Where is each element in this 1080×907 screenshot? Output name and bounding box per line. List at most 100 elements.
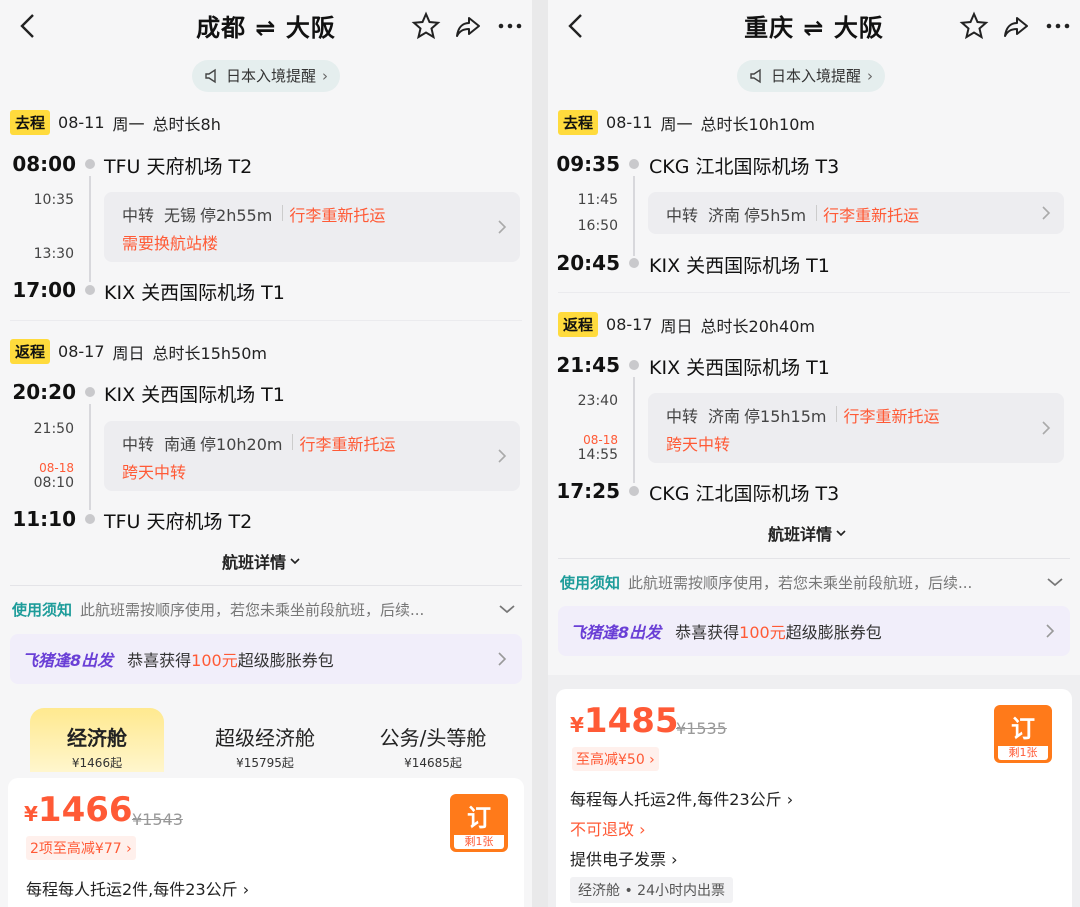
- return-arr-airport: TFU 天府机场 T2: [104, 511, 253, 533]
- timeline-dot: [629, 159, 639, 169]
- top-actions: [958, 10, 1074, 42]
- divider: [816, 205, 818, 221]
- baggage-info[interactable]: 每程每人托运2件,每件23公斤 ›: [26, 876, 249, 900]
- baggage-info[interactable]: 每程每人托运2件,每件23公斤 ›: [570, 786, 793, 810]
- return-dep-time: 21:45: [556, 353, 620, 377]
- stop-duration: 停5h5m: [744, 206, 807, 225]
- invoice-info-text: 提供电子发票: [570, 850, 667, 869]
- return-header: 返程 08-17 周日 总时长20h40m: [558, 312, 815, 337]
- outbound-arr-time: 20:45: [556, 251, 620, 275]
- return-stop-dep-time: 08:10: [33, 475, 74, 491]
- fare-card: ¥ 1466 ¥1543 2项至高减¥77 › 订 剩1张 每程每人托运2件,每…: [8, 778, 524, 907]
- transfer-info: 中转 无锡 停2h55m 行李重新托运: [122, 202, 385, 226]
- right-screenshot: 重庆 ⇌ 大阪 日本入境提醒 › 去程 08-11 周一 总时长10h10m 0…: [548, 0, 1080, 907]
- transfer-warning: 跨天中转: [122, 463, 187, 482]
- timeline-line: [633, 377, 635, 483]
- outbound-weekday: 周一: [660, 114, 693, 134]
- timeline-line: [89, 404, 91, 510]
- fare-price: ¥ 1466: [24, 790, 133, 830]
- cabin-name: 公务/头等舱: [379, 726, 487, 750]
- return-dep-airport: KIX 关西国际机场 T1: [104, 384, 285, 406]
- stop-duration: 停10h20m: [200, 435, 283, 454]
- invoice-info[interactable]: 提供电子发票 ›: [570, 846, 678, 870]
- chevron-right-icon: [498, 449, 507, 463]
- outbound-transfer-box[interactable]: 中转 济南 停5h5m 行李重新托运: [648, 192, 1064, 234]
- transfer-label: 中转: [666, 407, 699, 426]
- baggage-recheck: 行李重新托运: [299, 435, 396, 454]
- price-value: 1466: [37, 790, 133, 830]
- more-icon[interactable]: [1042, 10, 1074, 42]
- outbound-arr-time: 17:00: [12, 278, 76, 302]
- share-icon[interactable]: [452, 10, 484, 42]
- outbound-stop-arr-time: 10:35: [33, 192, 74, 208]
- book-label: 订: [1011, 715, 1035, 743]
- chevron-right-icon: [498, 652, 507, 666]
- return-tag: 返程: [10, 339, 51, 364]
- promo-banner[interactable]: 飞猪逢8出发 恭喜获得 100元 超级膨胀券包: [10, 634, 522, 684]
- promo-banner[interactable]: 飞猪逢8出发 恭喜获得 100元 超级膨胀券包: [558, 606, 1070, 656]
- entry-notice-pill[interactable]: 日本入境提醒 ›: [192, 60, 341, 92]
- remaining-seats: 剩1张: [454, 835, 504, 849]
- refund-info[interactable]: 不可退改 ›: [570, 816, 646, 840]
- usage-notice-text: 此航班需按顺序使用，若您未乘坐前段航班，后续...: [628, 574, 973, 592]
- timeline-dot: [629, 258, 639, 268]
- return-duration: 总时长15h50m: [152, 343, 267, 363]
- usage-notice-row[interactable]: 使用须知 此航班需按顺序使用，若您未乘坐前段航班，后续...: [560, 572, 1068, 593]
- outbound-duration: 总时长8h: [152, 114, 221, 134]
- return-date: 08-17: [606, 315, 653, 334]
- timeline-dot: [85, 514, 95, 524]
- return-stop-arr-time: 21:50: [33, 421, 74, 437]
- transfer-label: 中转: [666, 206, 699, 225]
- usage-notice-label: 使用须知: [560, 574, 621, 592]
- chevron-right-icon: ›: [322, 67, 329, 85]
- promo-text-pre: 恭喜获得: [675, 623, 740, 642]
- currency-symbol: ¥: [24, 802, 38, 826]
- outbound-stop-arr-time: 11:45: [577, 192, 618, 208]
- entry-notice-pill[interactable]: 日本入境提醒 ›: [737, 60, 886, 92]
- star-icon[interactable]: [410, 10, 442, 42]
- star-icon[interactable]: [958, 10, 990, 42]
- flight-details-link[interactable]: 航班详情: [768, 521, 847, 545]
- book-label: 订: [467, 804, 491, 832]
- currency-symbol: ¥: [570, 713, 584, 737]
- outbound-date: 08-11: [606, 113, 653, 132]
- outbound-dep-time: 08:00: [12, 152, 76, 176]
- timeline-dot: [85, 387, 95, 397]
- book-button[interactable]: 订 剩1张: [994, 705, 1052, 763]
- share-icon[interactable]: [1000, 10, 1032, 42]
- promo-text-pre: 恭喜获得: [127, 651, 192, 670]
- return-tag: 返程: [558, 312, 599, 337]
- timeline-dot: [629, 360, 639, 370]
- timeline-line: [633, 176, 635, 256]
- tab-business-first[interactable]: 公务/头等舱 ¥14685起: [366, 708, 500, 772]
- top-bar: 重庆 ⇌ 大阪: [548, 0, 1080, 52]
- chevron-right-icon: [1042, 421, 1051, 435]
- flight-details-label: 航班详情: [768, 525, 833, 544]
- megaphone-icon: [205, 68, 216, 84]
- return-stop-arr-time: 23:40: [577, 393, 618, 409]
- transfer-city: 济南: [708, 206, 741, 225]
- tab-economy[interactable]: 经济舱 ¥1466起: [30, 708, 164, 772]
- discount-badge[interactable]: 至高减¥50 ›: [572, 747, 659, 771]
- discount-badge[interactable]: 2项至高减¥77 ›: [26, 836, 136, 860]
- usage-notice-row[interactable]: 使用须知 此航班需按顺序使用，若您未乘坐前段航班，后续...: [12, 599, 520, 620]
- outbound-stop-dep-time: 16:50: [577, 218, 618, 234]
- outbound-arr-airport: KIX 关西国际机场 T1: [104, 282, 285, 304]
- return-transfer-box[interactable]: 中转 济南 停15h15m 行李重新托运 跨天中转: [648, 393, 1064, 463]
- tab-premium-economy[interactable]: 超级经济舱 ¥15795起: [198, 708, 332, 772]
- outbound-transfer-box[interactable]: 中转 无锡 停2h55m 行李重新托运 需要换航站楼: [104, 192, 520, 262]
- return-weekday: 周日: [112, 343, 145, 363]
- refund-info-text: 不可退改: [570, 820, 635, 839]
- promo-text-post: 超级膨胀券包: [785, 623, 882, 642]
- return-transfer-box[interactable]: 中转 南通 停10h20m 行李重新托运 跨天中转: [104, 421, 520, 491]
- outbound-stop-dep-time: 13:30: [33, 246, 74, 262]
- book-button[interactable]: 订 剩1张: [450, 794, 508, 852]
- usage-notice-label: 使用须知: [12, 601, 73, 619]
- chevron-down-icon: [1047, 578, 1063, 587]
- timeline-dot: [85, 159, 95, 169]
- outbound-header: 去程 08-11 周一 总时长8h: [10, 110, 221, 135]
- more-icon[interactable]: [494, 10, 526, 42]
- flight-details-link[interactable]: 航班详情: [222, 549, 301, 573]
- entry-notice-text: 日本入境提醒: [771, 67, 862, 85]
- promo-text-post: 超级膨胀券包: [237, 651, 334, 670]
